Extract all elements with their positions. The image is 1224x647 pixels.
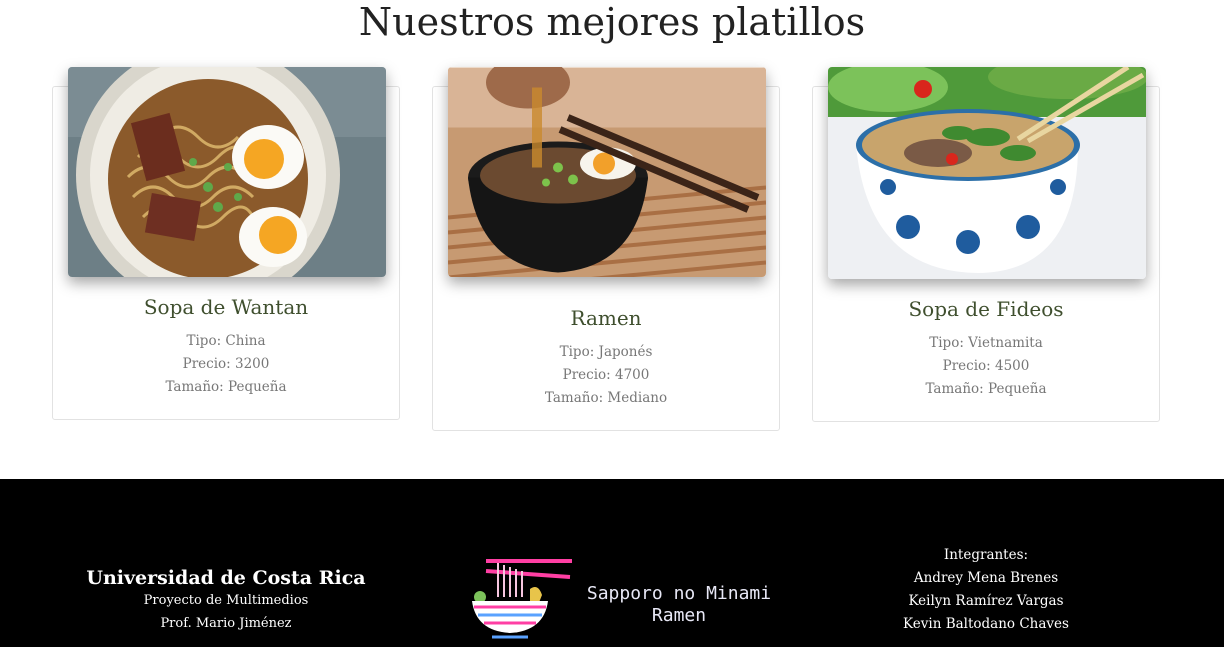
ramen-pour-broth-photo [448,67,766,277]
ramen-bowl-egg-photo [68,67,386,277]
member-name: Keilyn Ramírez Vargas [908,593,1064,609]
dish-title: Sopa de Fideos [908,297,1064,321]
professor-name: Prof. Mario Jiménez [160,616,292,631]
brand-name-line1: Sapporo no Minami [586,583,772,604]
dish-image [828,67,1146,279]
page: Nuestros mejores platillos Sopa de Wanta… [0,0,1224,647]
project-name: Proyecto de Multimedios [143,593,309,608]
dish-card: Sopa de Wantan Tipo: China Precio: 3200 … [52,67,400,420]
dish-price: Precio: 4500 [942,358,1030,374]
dish-title: Ramen [570,306,642,330]
dish-type: Tipo: China [186,333,266,349]
brand-name-line2: Ramen [651,605,707,626]
dish-card: Ramen Tipo: Japonés Precio: 4700 Tamaño:… [432,67,780,431]
member-name: Andrey Mena Brenes [913,570,1059,586]
university-name: Universidad de Costa Rica [86,567,366,589]
pho-bowl-photo [828,67,1146,279]
dish-type: Tipo: Vietnamita [929,335,1043,351]
section-title: Nuestros mejores platillos [358,0,866,44]
dish-title: Sopa de Wantan [143,295,309,319]
dish-size: Tamaño: Pequeña [925,381,1047,397]
member-name: Kevin Baltodano Chaves [903,616,1069,632]
dish-size: Tamaño: Mediano [544,390,668,406]
ramen-bowl-logo-icon [472,559,572,639]
site-footer: Universidad de Costa Rica Proyecto de Mu… [0,479,1224,647]
dish-type: Tipo: Japonés [559,344,653,360]
dish-card: Sopa de Fideos Tipo: Vietnamita Precio: … [812,67,1160,422]
members-heading: Integrantes: [943,547,1029,563]
dish-price: Precio: 3200 [182,356,270,372]
dish-size: Tamaño: Pequeña [165,379,287,395]
dish-image [448,67,766,277]
dish-image [68,67,386,277]
dish-price: Precio: 4700 [562,367,650,383]
